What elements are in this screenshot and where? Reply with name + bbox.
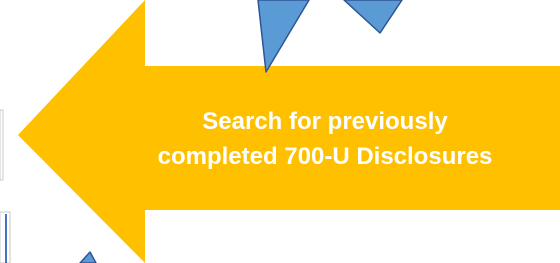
- blue-pointer-bottom-left: [79, 251, 97, 263]
- blue-pointer-top-center: [257, 0, 310, 73]
- callout-line-1: Search for previously: [202, 108, 448, 135]
- callout-line-2: completed 700-U Disclosures: [157, 143, 493, 170]
- callout-label: Search for previously completed 700-U Di…: [90, 104, 560, 174]
- blue-pointer-top-right: [343, 0, 403, 34]
- left-edge-frame-top: [0, 109, 4, 181]
- diagram-canvas: Search for previously completed 700-U Di…: [0, 0, 560, 263]
